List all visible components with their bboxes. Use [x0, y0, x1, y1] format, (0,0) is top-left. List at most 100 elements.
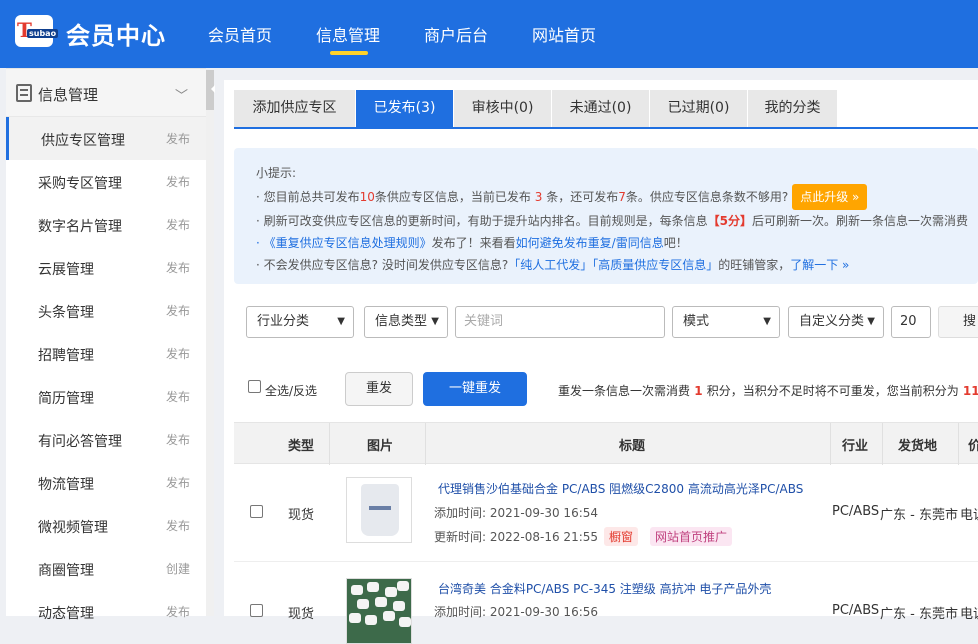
- tab-rejected[interactable]: 未通过(0): [552, 90, 650, 127]
- sidebar-section-title: 信息管理: [38, 86, 99, 104]
- rules-link[interactable]: · 《重复供应专区信息处理规则》: [256, 236, 432, 250]
- repost-button[interactable]: 重发: [345, 372, 413, 406]
- pellets-image: [347, 579, 411, 643]
- repost-cost-note: 重发一条信息一次需消费 1 积分，当积分不足时将不可重发，您当前积分为 11: [558, 382, 978, 399]
- refresh-interval: 【5分】: [707, 214, 752, 228]
- product-title-link[interactable]: 代理销售沙伯基础合金 PC/ABS 阻燃级C2800 高流动高光泽PC/ABS: [438, 480, 803, 497]
- tab-add-supply[interactable]: 添加供应专区: [234, 90, 356, 127]
- sidebar-item-publish-link[interactable]: 发布: [166, 431, 190, 448]
- current-points: 11: [958, 384, 978, 398]
- sidebar-item-publish-link[interactable]: 发布: [166, 603, 190, 620]
- sidebar-item-digital-card[interactable]: 数字名片管理 发布: [6, 203, 206, 246]
- nav-member-home[interactable]: 会员首页: [208, 22, 272, 46]
- sidebar-item-publish-link[interactable]: 发布: [166, 474, 190, 491]
- select-value: 信息类型: [375, 314, 428, 329]
- row-type: 现货: [288, 607, 315, 622]
- table-row: 现货 台湾奇美 合金料PC/ABS PC-345 注塑级 高抗冲 电子产品外壳 …: [234, 562, 978, 644]
- sidebar-item-label: 供应专区管理: [41, 133, 125, 149]
- sidebar-section-header[interactable]: 信息管理 ﹀: [6, 69, 206, 117]
- search-button[interactable]: 搜: [938, 306, 978, 338]
- tip-text: 条，还可发布: [546, 190, 619, 204]
- product-title-link[interactable]: 台湾奇美 合金料PC/ABS PC-345 注塑级 高抗冲 电子产品外壳: [438, 580, 771, 597]
- tab-underline: [234, 127, 978, 129]
- brand-title: 会员中心: [66, 22, 166, 50]
- sidebar-item-recruitment[interactable]: 招聘管理 发布: [6, 332, 206, 375]
- nav-merchant-backend[interactable]: 商户后台: [424, 22, 488, 46]
- sidebar-item-publish-link[interactable]: 发布: [166, 302, 190, 319]
- tips-box: 小提示: · 您目前总共可发布10条供应专区信息，当前已发布 3 条，还可发布7…: [234, 148, 978, 284]
- sidebar-item-micro-video[interactable]: 微视频管理 发布: [6, 504, 206, 547]
- avoid-duplicate-link[interactable]: 如何避免发布重复/雷同信息: [516, 236, 664, 250]
- sidebar-item-publish-link[interactable]: 发布: [166, 130, 190, 147]
- mode-select[interactable]: 模式 ▼: [672, 306, 780, 338]
- sidebar-item-label: 采购专区管理: [38, 176, 122, 192]
- industry-select[interactable]: 行业分类 ▼: [246, 306, 354, 338]
- tab-under-review[interactable]: 审核中(0): [454, 90, 552, 127]
- upgrade-button[interactable]: 点此升级 »: [792, 184, 868, 210]
- one-click-repost-button[interactable]: 一键重发: [423, 372, 527, 406]
- sidebar-item-qa[interactable]: 有问必答管理 发布: [6, 418, 206, 461]
- sidebar-item-activity[interactable]: 动态管理 发布: [6, 590, 206, 633]
- sidebar-item-logistics[interactable]: 物流管理 发布: [6, 461, 206, 504]
- tips-title: 小提示:: [256, 166, 297, 180]
- logo-subtext: subao: [27, 29, 59, 38]
- homepage-promo-badge[interactable]: 网站首页推广: [650, 527, 733, 546]
- quota-total: 10: [359, 190, 375, 204]
- row-price: 电议: [960, 508, 978, 523]
- sidebar: 信息管理 ﹀ 供应专区管理 发布 采购专区管理 发布 数字名片管理 发布 云展管…: [6, 68, 206, 622]
- product-thumbnail[interactable]: [346, 477, 412, 543]
- sidebar-item-business-circle[interactable]: 商圈管理 创建: [6, 547, 206, 590]
- sidebar-item-create-link[interactable]: 创建: [166, 560, 190, 577]
- sidebar-item-headlines[interactable]: 头条管理 发布: [6, 289, 206, 332]
- tip-text: · 您目前总共可发布: [256, 190, 360, 204]
- keyword-input[interactable]: 关键词: [455, 306, 665, 338]
- tab-published[interactable]: 已发布(3): [356, 90, 454, 127]
- tab-my-categories[interactable]: 我的分类: [748, 90, 838, 127]
- chevron-down-icon[interactable]: ﹀: [175, 85, 188, 104]
- tab-expired[interactable]: 已过期(0): [650, 90, 748, 127]
- sidebar-item-label: 招聘管理: [38, 348, 94, 364]
- sidebar-item-publish-link[interactable]: 发布: [166, 259, 190, 276]
- add-time: 添加时间: 2021-09-30 16:56: [434, 603, 598, 620]
- sidebar-item-publish-link[interactable]: 发布: [166, 517, 190, 534]
- site-logo[interactable]: T subao: [15, 15, 59, 47]
- row-checkbox[interactable]: [250, 505, 263, 518]
- service-link[interactable]: 「纯人工代发」「高质量供应专区信息」: [508, 258, 718, 272]
- sidebar-item-resume[interactable]: 简历管理 发布: [6, 375, 206, 418]
- select-all-label[interactable]: 全选/反选: [265, 382, 317, 399]
- row-checkbox[interactable]: [250, 604, 263, 617]
- row-origin: 广东 - 东莞市: [880, 508, 958, 523]
- sidebar-item-purchase[interactable]: 采购专区管理 发布: [6, 160, 206, 203]
- sidebar-scrollbar[interactable]: [206, 110, 214, 616]
- tip-line-rules: · 《重复供应专区信息处理规则》发布了！来看看如何避免发布重复/雷同信息吧！: [256, 234, 688, 251]
- note-text: 积分，当积分不足时将不可重发，您当前积分为: [706, 384, 959, 398]
- tip-text: 条。供应专区信息条数不够用?: [625, 190, 789, 204]
- row-price: 电议: [960, 607, 978, 622]
- sidebar-item-publish-link[interactable]: 发布: [166, 216, 190, 233]
- tip-text: 发布了！来看看: [431, 236, 516, 250]
- custom-category-select[interactable]: 自定义分类 ▼: [788, 306, 884, 338]
- select-all-checkbox[interactable]: [248, 380, 261, 393]
- sidebar-item-supply[interactable]: 供应专区管理 发布: [6, 117, 206, 160]
- col-type: 类型: [288, 439, 315, 454]
- showcase-badge[interactable]: 橱窗: [604, 527, 639, 546]
- col-price: 价: [968, 439, 978, 454]
- learn-more-link[interactable]: 了解一下 »: [790, 258, 849, 272]
- col-industry: 行业: [842, 439, 869, 454]
- sidebar-item-publish-link[interactable]: 发布: [166, 388, 190, 405]
- sidebar-item-label: 有问必答管理: [38, 434, 122, 450]
- sidebar-item-publish-link[interactable]: 发布: [166, 345, 190, 362]
- sidebar-item-publish-link[interactable]: 发布: [166, 173, 190, 190]
- col-divider: [425, 423, 426, 465]
- product-bag-image: [361, 484, 399, 536]
- table-header: 类型 图片 标题 行业 发货地 价: [234, 422, 978, 465]
- info-type-select[interactable]: 信息类型 ▼: [364, 306, 448, 338]
- update-time-label: 更新时间:: [434, 530, 487, 544]
- nav-info-management[interactable]: 信息管理: [316, 22, 380, 46]
- nav-site-home[interactable]: 网站首页: [532, 22, 596, 46]
- sidebar-collapse-handle[interactable]: [206, 70, 215, 110]
- sidebar-item-cloud-expo[interactable]: 云展管理 发布: [6, 246, 206, 289]
- page-size-input[interactable]: 20: [891, 306, 931, 338]
- sidebar-item-label: 商圈管理: [38, 563, 94, 579]
- product-thumbnail[interactable]: [346, 578, 412, 644]
